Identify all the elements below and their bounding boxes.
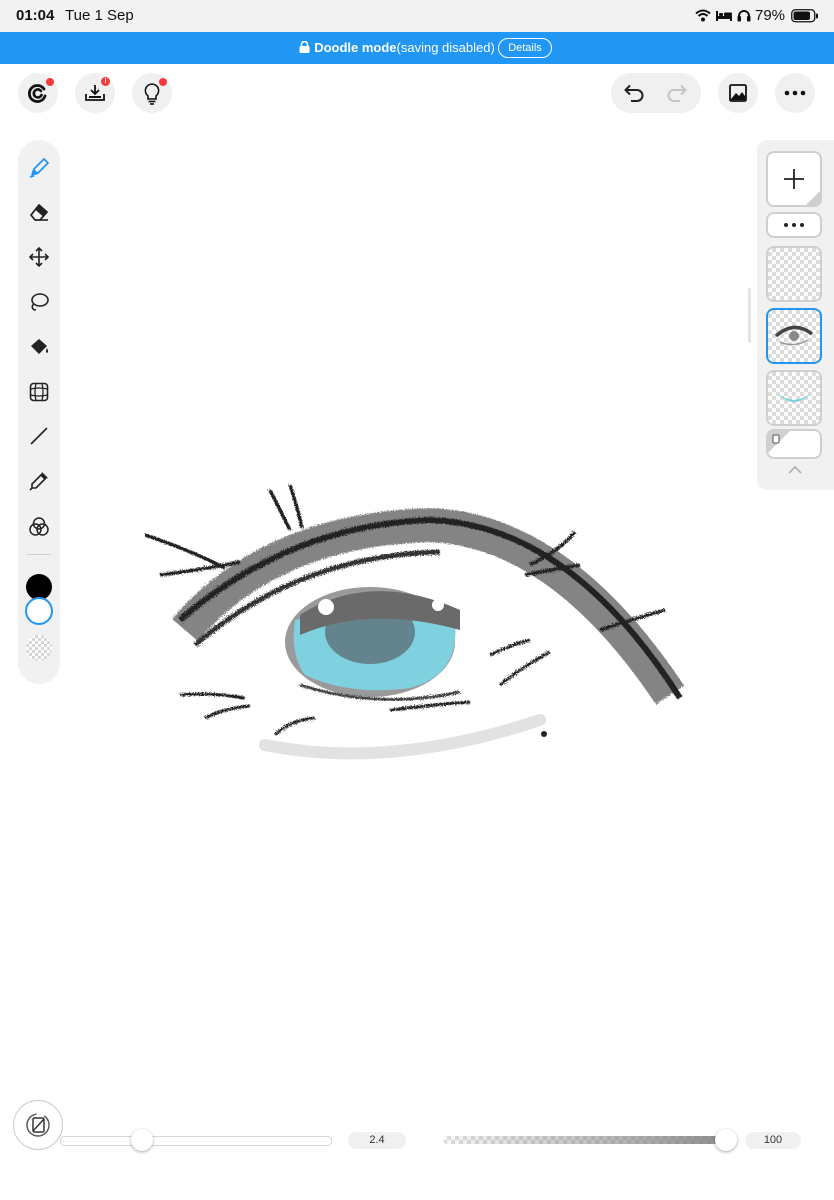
quick-access-button[interactable] xyxy=(13,1100,63,1150)
battery-icon xyxy=(791,9,818,23)
move-icon xyxy=(28,246,50,268)
fill-tool[interactable] xyxy=(18,330,60,364)
lightbulb-icon xyxy=(144,83,160,105)
details-button[interactable]: Details xyxy=(498,38,552,58)
gallery-button[interactable] xyxy=(18,73,58,113)
opacity-value[interactable]: 100 xyxy=(745,1132,801,1149)
opacity-slider[interactable] xyxy=(443,1136,733,1144)
pen-icon xyxy=(29,158,49,178)
plus-icon xyxy=(784,169,804,189)
brush-size-value[interactable]: 2.4 xyxy=(348,1132,406,1149)
transform-tool[interactable] xyxy=(18,375,60,409)
notification-dot xyxy=(46,78,54,86)
move-tool[interactable] xyxy=(18,240,60,274)
layer-thumbnail-iris-color[interactable] xyxy=(766,370,822,426)
line-icon xyxy=(30,427,48,445)
sleep-bed-icon xyxy=(716,11,732,21)
redo-icon[interactable] xyxy=(666,83,688,103)
paper-layer[interactable] xyxy=(766,429,822,459)
date: Tue 1 Sep xyxy=(65,7,134,24)
more-options-button[interactable] xyxy=(775,73,815,113)
doodle-mode-banner: Doodle mode(saving disabled) Details xyxy=(0,32,834,64)
eyedropper-tool[interactable] xyxy=(18,464,60,498)
ellipsis-icon xyxy=(784,90,806,96)
collapse-chevron-icon[interactable] xyxy=(787,465,803,475)
tips-button[interactable] xyxy=(132,73,172,113)
eye-artwork xyxy=(144,484,685,760)
lock-icon xyxy=(299,40,310,53)
eraser-tool[interactable] xyxy=(18,195,60,229)
banner-message: Doodle mode(saving disabled) xyxy=(0,40,834,55)
rotate-canvas-icon xyxy=(26,1113,50,1137)
transform-icon xyxy=(29,382,49,402)
clock: 01:04 xyxy=(16,7,55,24)
brush-size-slider[interactable] xyxy=(60,1136,332,1146)
tool-panel xyxy=(18,140,60,684)
notification-dot xyxy=(159,78,167,86)
undo-icon[interactable] xyxy=(623,83,645,103)
lasso-tool[interactable] xyxy=(18,285,60,319)
sub-color-swatch[interactable] xyxy=(25,597,53,625)
layer-thumbnail-empty[interactable] xyxy=(766,246,822,302)
line-tool[interactable] xyxy=(18,419,60,453)
battery-percent: 79% xyxy=(755,7,786,24)
banner-subtitle: (saving disabled) xyxy=(396,40,495,55)
corner-fold-icon xyxy=(806,191,820,205)
pen-tool[interactable] xyxy=(18,151,60,185)
brush-size-slider-knob[interactable] xyxy=(130,1129,153,1151)
opacity-slider-knob[interactable] xyxy=(715,1129,737,1151)
eye-lineart-preview xyxy=(774,325,814,346)
drawing-canvas[interactable] xyxy=(130,470,700,780)
layer-panel xyxy=(757,140,834,490)
reference-image-button[interactable] xyxy=(718,73,758,113)
import-button[interactable]: ! xyxy=(75,73,115,113)
status-bar: 01:04 Tue 1 Sep 79% xyxy=(0,0,834,32)
app-logo-icon xyxy=(28,84,47,103)
add-layer-button[interactable] xyxy=(766,151,822,207)
banner-title: Doodle mode xyxy=(314,40,397,55)
paper-layer-icon xyxy=(772,434,780,444)
iris-color-preview xyxy=(774,390,814,402)
eraser-icon xyxy=(30,204,48,221)
layer-thumbnail-eye-lineart[interactable] xyxy=(766,308,822,364)
lasso-icon xyxy=(31,293,49,311)
fill-icon xyxy=(31,339,48,354)
transparent-color-swatch[interactable] xyxy=(26,635,52,661)
update-badge: ! xyxy=(101,77,110,86)
layer-menu-button[interactable] xyxy=(766,212,822,238)
ellipsis-icon xyxy=(784,223,804,227)
divider xyxy=(27,554,51,555)
image-icon xyxy=(729,84,747,102)
color-mix-icon xyxy=(29,517,49,536)
headphones-icon xyxy=(737,10,751,22)
color-mix-tool[interactable] xyxy=(18,510,60,544)
undo-redo-group xyxy=(611,73,701,113)
panel-resize-handle[interactable] xyxy=(748,288,751,343)
wifi-icon xyxy=(695,9,711,22)
eyedropper-icon xyxy=(29,472,48,491)
